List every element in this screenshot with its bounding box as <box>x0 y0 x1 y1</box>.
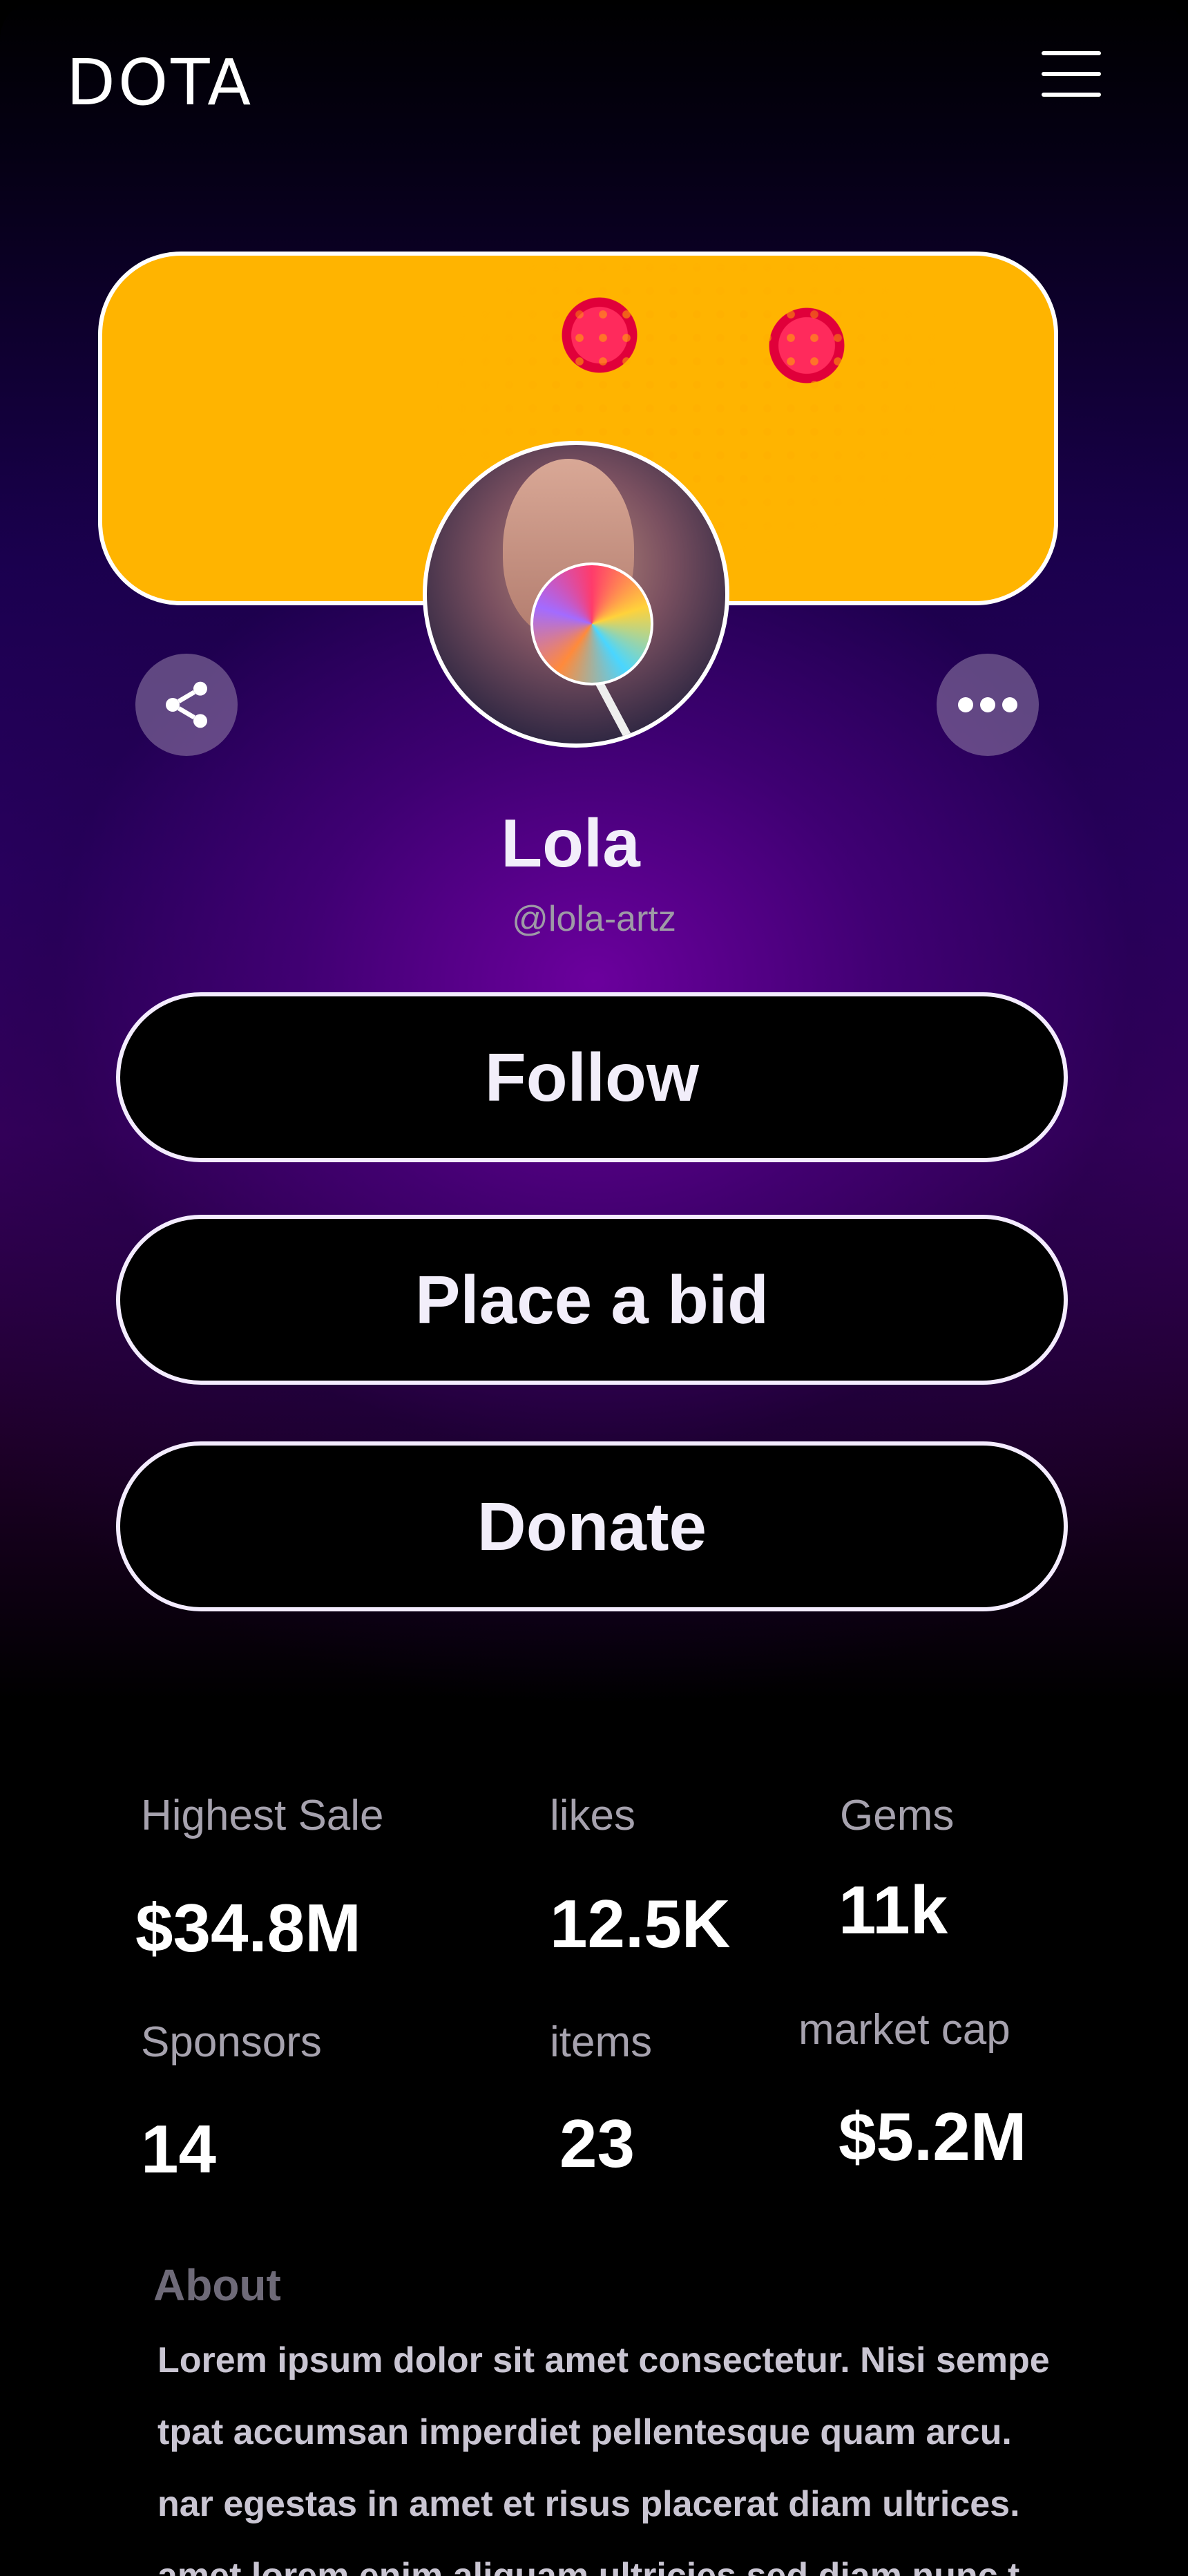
stat-label-sponsors: Sponsors <box>141 2018 322 2066</box>
profile-handle: @lola-artz <box>512 899 676 939</box>
place-bid-button[interactable]: Place a bid <box>116 1215 1068 1385</box>
stat-label-market-cap: market cap <box>798 2006 1010 2054</box>
stat-value-likes: 12.5K <box>550 1886 731 1962</box>
stat-value-gems: 11k <box>839 1872 948 1948</box>
avatar[interactable] <box>423 441 729 748</box>
stat-label-likes: likes <box>550 1792 636 1839</box>
stat-value-highest-sale: $34.8M <box>135 1890 361 1966</box>
share-icon <box>166 681 207 728</box>
avatar-lollipop <box>530 562 653 685</box>
stat-value-sponsors: 14 <box>141 2111 217 2187</box>
more-horizontal-icon <box>958 697 1017 712</box>
menu-line <box>1042 93 1101 97</box>
about-line: Lorem ipsum dolor sit amet consectetur. … <box>157 2340 1050 2380</box>
stat-value-market-cap: $5.2M <box>839 2099 1027 2175</box>
menu-icon[interactable] <box>1042 48 1101 98</box>
stat-label-highest-sale: Highest Sale <box>141 1792 384 1839</box>
about-line: tpat accumsan imperdiet pellentesque qua… <box>157 2412 1012 2452</box>
stat-label-gems: Gems <box>840 1792 955 1839</box>
stat-value-items: 23 <box>559 2105 635 2181</box>
stat-label-items: items <box>550 2018 653 2066</box>
donate-button[interactable]: Donate <box>116 1441 1068 1611</box>
profile-name: Lola <box>501 805 640 881</box>
profile-page: DOTA Lola @lola-artz Follow Place a bid … <box>0 0 1188 2576</box>
follow-button[interactable]: Follow <box>116 992 1068 1162</box>
about-text: Lorem ipsum dolor sit amet consectetur. … <box>157 2324 1069 2576</box>
about-heading: About <box>153 2260 281 2310</box>
app-logo[interactable]: DOTA <box>66 46 253 120</box>
menu-line <box>1042 72 1101 76</box>
share-button[interactable] <box>135 654 238 756</box>
more-button[interactable] <box>937 654 1039 756</box>
menu-line <box>1042 51 1101 55</box>
about-line: amet lorem enim aliquam ultricies sed di… <box>157 2556 1020 2576</box>
about-line: nar egestas in amet et risus placerat di… <box>157 2484 1020 2524</box>
